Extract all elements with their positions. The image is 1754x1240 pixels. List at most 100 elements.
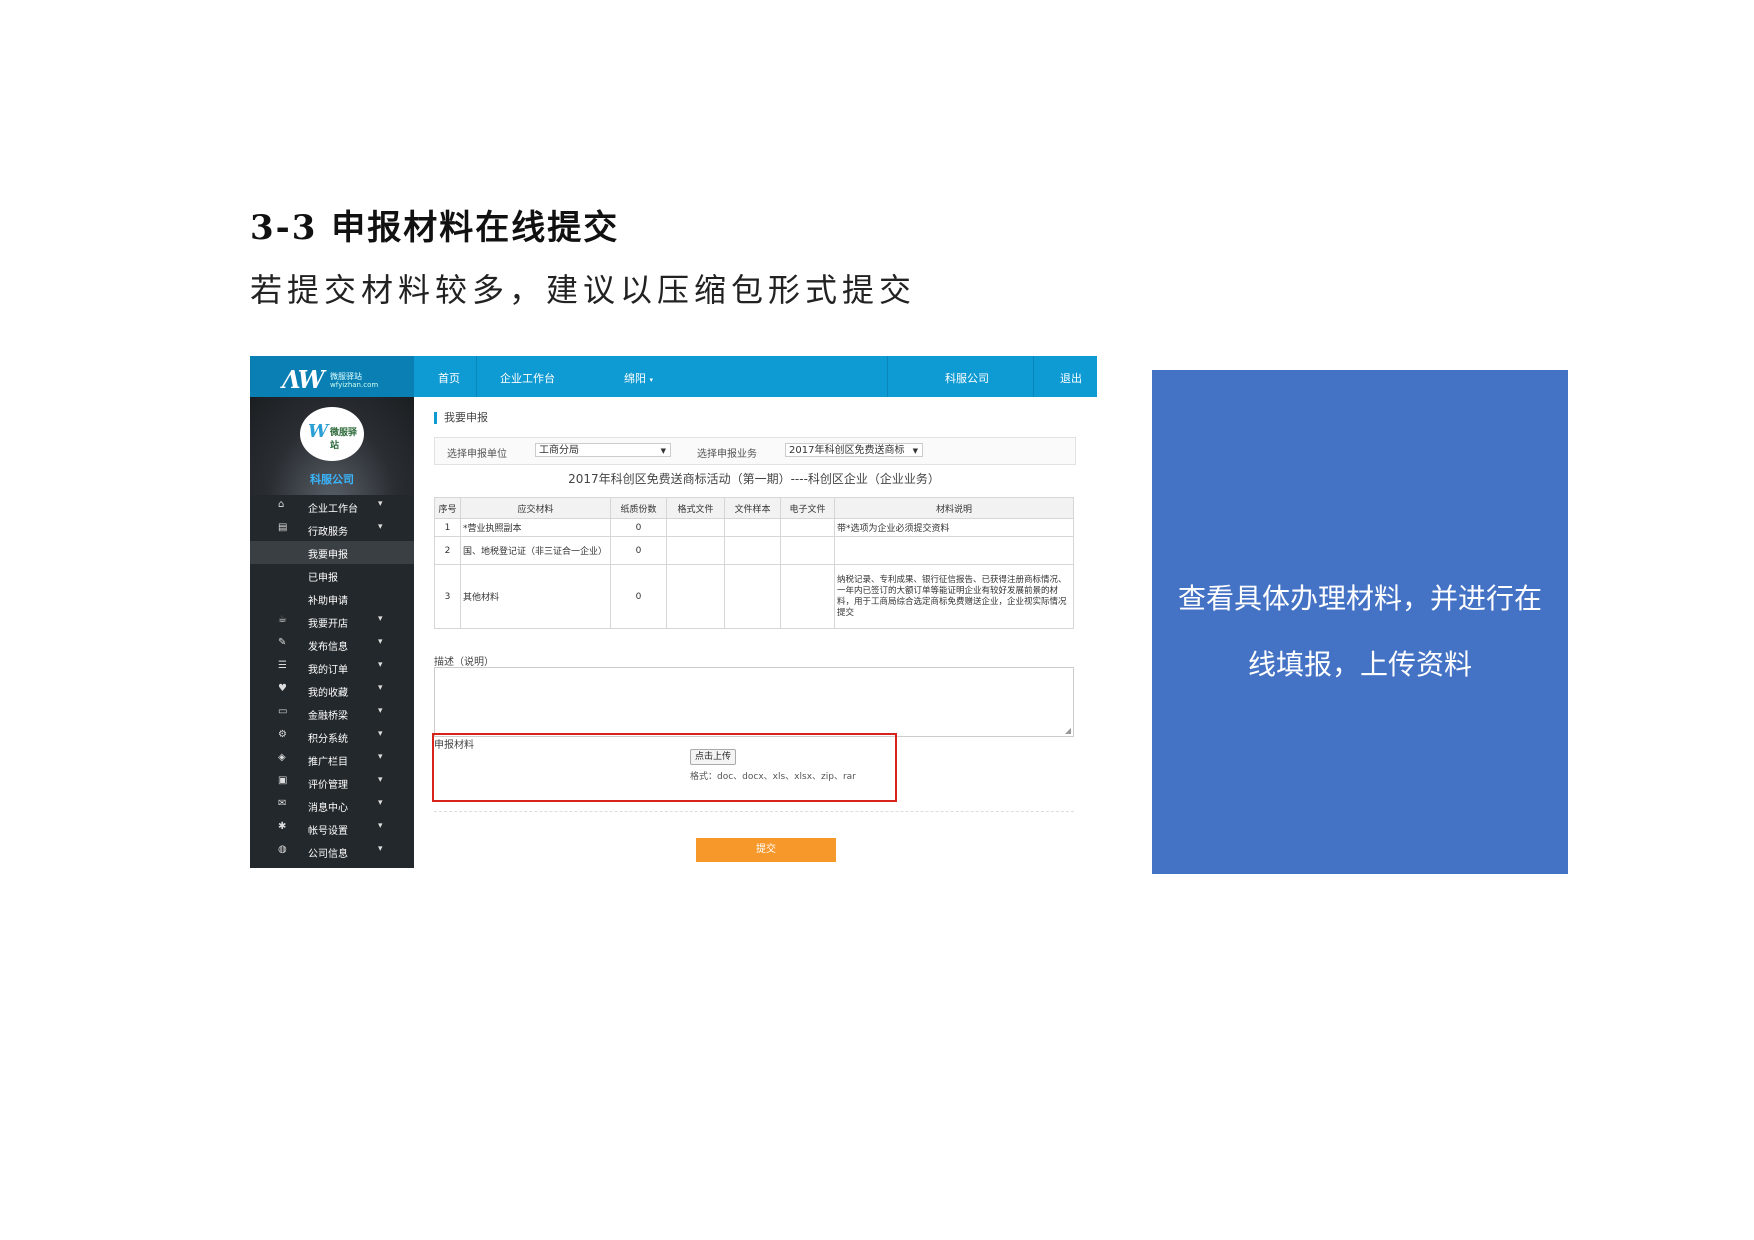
unit-select-label: 选择申报单位 bbox=[447, 449, 507, 460]
logo-url: wfyizhan.com bbox=[330, 381, 379, 389]
chevron-down-icon: ▾ bbox=[378, 499, 383, 509]
sidebar-item-account[interactable]: ✱ 帐号设置 ▾ bbox=[250, 817, 414, 840]
electronic-file-cell[interactable] bbox=[780, 518, 835, 537]
sidebar-item-company-info[interactable]: ◍ 公司信息 ▾ bbox=[250, 840, 414, 863]
shop-icon: ☕ bbox=[278, 614, 287, 625]
sample-file-cell bbox=[724, 536, 781, 565]
sidebar-item-messages[interactable]: ✉ 消息中心 ▾ bbox=[250, 794, 414, 817]
sidebar-item-open-shop[interactable]: ☕ 我要开店 ▾ bbox=[250, 610, 414, 633]
format-file-cell bbox=[666, 536, 725, 565]
callout-line-2: 线填报，上传资料 bbox=[1247, 648, 1472, 681]
nav-company-link[interactable]: 科服公司 bbox=[945, 370, 989, 386]
sidebar: W 微服驿站 科服公司 ⌂ 企业工作台 ▾ ▤ 行政服务 ▾ 我要申报 已申报 补助申请… bbox=[250, 397, 414, 868]
business-select-value: 2017年科创区免费送商标 bbox=[789, 445, 905, 456]
row-number: 3 bbox=[434, 564, 461, 629]
chevron-down-icon: ▼ bbox=[912, 444, 918, 456]
settings-icon: ✱ bbox=[278, 821, 287, 832]
sidebar-subitem-subsidy[interactable]: 补助申请 bbox=[250, 587, 414, 610]
form-title: 2017年科创区免费送商标活动（第一期）----科创区企业（企业业务） bbox=[568, 472, 940, 486]
resize-handle-icon[interactable]: ◢ bbox=[1065, 726, 1071, 735]
sidebar-subitem-apply[interactable]: 我要申报 bbox=[250, 541, 414, 564]
sidebar-item-label: 补助申请 bbox=[308, 596, 348, 607]
material-name: 国、地税登记证（非三证合一企业） bbox=[460, 536, 611, 565]
col-header: 格式文件 bbox=[666, 497, 725, 519]
sidebar-item-points[interactable]: ⚙ 积分系统 ▾ bbox=[250, 725, 414, 748]
sidebar-item-orders[interactable]: ☰ 我的订单 ▾ bbox=[250, 656, 414, 679]
chevron-down-icon: ▾ bbox=[378, 683, 383, 693]
unit-select[interactable]: 工商分局 ▼ bbox=[535, 443, 671, 457]
nav-city-dropdown[interactable]: 绵阳 ▾ bbox=[624, 370, 653, 386]
paper-copies: 0 bbox=[610, 536, 667, 565]
chevron-down-icon: ▾ bbox=[378, 844, 383, 854]
chevron-down-icon: ▾ bbox=[378, 821, 383, 831]
gear-icon: ⚙ bbox=[278, 729, 287, 740]
sidebar-item-label: 推广栏目 bbox=[308, 757, 348, 768]
filter-bar: 选择申报单位 工商分局 ▼ 选择申报业务 2017年科创区免费送商标 ▼ bbox=[434, 437, 1076, 465]
breadcrumb: 我要申报 bbox=[434, 412, 488, 424]
description-textarea[interactable]: ◢ bbox=[434, 667, 1074, 737]
mail-icon: ✉ bbox=[278, 798, 287, 809]
format-file-cell bbox=[666, 564, 725, 629]
business-select[interactable]: 2017年科创区免费送商标 ▼ bbox=[785, 443, 923, 457]
section-subtitle: 若提交材料较多，建议以压缩包形式提交 bbox=[250, 271, 917, 309]
nav-home[interactable]: 首页 bbox=[438, 370, 460, 386]
col-header: 序号 bbox=[434, 497, 461, 519]
top-navbar: ΛW 微服驿站 wfyizhan.com 首页 企业工作台 绵阳 ▾ 科服公司 … bbox=[250, 356, 1097, 397]
sidebar-item-promotion[interactable]: ◈ 推广栏目 ▾ bbox=[250, 748, 414, 771]
material-note bbox=[834, 536, 1074, 565]
globe-icon: ◍ bbox=[278, 844, 287, 855]
section-heading: 3-3 申报材料在线提交 bbox=[250, 208, 620, 248]
sidebar-item-finance[interactable]: ▭ 金融桥梁 ▾ bbox=[250, 702, 414, 725]
sidebar-item-label: 企业工作台 bbox=[308, 504, 358, 515]
chevron-down-icon: ▾ bbox=[378, 752, 383, 762]
cube-icon: ◈ bbox=[278, 752, 286, 763]
sidebar-item-label: 金融桥梁 bbox=[308, 711, 348, 722]
table-row: 2 国、地税登记证（非三证合一企业） 0 bbox=[434, 536, 1074, 565]
row-number: 2 bbox=[434, 536, 461, 565]
material-note: 带*选项为企业必须提交资料 bbox=[834, 518, 1074, 537]
sample-file-cell bbox=[724, 564, 781, 629]
avatar[interactable]: W 微服驿站 bbox=[300, 407, 364, 461]
chevron-down-icon: ▾ bbox=[378, 729, 383, 739]
submit-button[interactable]: 提交 bbox=[696, 838, 836, 862]
comment-icon: ▣ bbox=[278, 775, 288, 786]
table-row: 3 其他材料 0 纳税记录、专利成果、银行征信报告、已获得注册商标情况、一年内已… bbox=[434, 564, 1074, 629]
material-note: 纳税记录、专利成果、银行征信报告、已获得注册商标情况、一年内已签订的大额订单等能… bbox=[834, 564, 1074, 629]
nav-divider bbox=[887, 356, 888, 397]
sidebar-item-label: 行政服务 bbox=[308, 527, 348, 538]
sidebar-profile: W 微服驿站 科服公司 bbox=[250, 397, 414, 495]
upload-button[interactable]: 点击上传 bbox=[690, 749, 737, 765]
electronic-file-cell[interactable] bbox=[780, 564, 835, 629]
sidebar-item-workbench[interactable]: ⌂ 企业工作台 ▾ bbox=[250, 495, 414, 518]
upload-formats-hint: 格式：doc、docx、xls、xlsx、zip、rar bbox=[690, 772, 856, 782]
avatar-brand-text: 微服驿站 bbox=[330, 428, 358, 451]
logout-link[interactable]: 退出 bbox=[1060, 370, 1082, 386]
logo[interactable]: ΛW 微服驿站 wfyizhan.com bbox=[250, 356, 414, 397]
sidebar-item-publish[interactable]: ✎ 发布信息 ▾ bbox=[250, 633, 414, 656]
divider bbox=[434, 811, 1074, 812]
paper-copies: 0 bbox=[610, 518, 667, 537]
material-name: *营业执照副本 bbox=[460, 518, 611, 537]
app-screenshot: ΛW 微服驿站 wfyizhan.com 首页 企业工作台 绵阳 ▾ 科服公司 … bbox=[250, 356, 1097, 868]
electronic-file-cell[interactable] bbox=[780, 536, 835, 565]
sidebar-item-favorites[interactable]: ♥ 我的收藏 ▾ bbox=[250, 679, 414, 702]
nav-city-label: 绵阳 bbox=[624, 372, 646, 385]
sidebar-item-admin-services[interactable]: ▤ 行政服务 ▾ bbox=[250, 518, 414, 541]
chevron-down-icon: ▾ bbox=[378, 637, 383, 647]
nav-workbench[interactable]: 企业工作台 bbox=[500, 370, 555, 386]
document-icon: ▤ bbox=[278, 522, 288, 533]
logo-mark: ΛW bbox=[282, 365, 325, 394]
sidebar-item-label: 已申报 bbox=[308, 573, 338, 584]
sidebar-item-reviews[interactable]: ▣ 评价管理 ▾ bbox=[250, 771, 414, 794]
sidebar-subitem-applied[interactable]: 已申报 bbox=[250, 564, 414, 587]
main-content: 我要申报 选择申报单位 工商分局 ▼ 选择申报业务 2017年科创区免费送商标 ▼ … bbox=[414, 397, 1097, 868]
callout-box: 查看具体办理材料，并进行在 线填报，上传资料 bbox=[1152, 370, 1568, 874]
description-label: 描述（说明） bbox=[434, 657, 494, 668]
callout-text: 查看具体办理材料，并进行在 线填报，上传资料 bbox=[1152, 566, 1568, 698]
upload-label: 申报材料 bbox=[434, 740, 474, 751]
sidebar-item-label: 评价管理 bbox=[308, 780, 348, 791]
sidebar-company-name[interactable]: 科服公司 bbox=[250, 471, 414, 487]
upload-highlight-box bbox=[432, 733, 897, 802]
chevron-down-icon: ▾ bbox=[378, 775, 383, 785]
chevron-down-icon: ▾ bbox=[378, 660, 383, 670]
